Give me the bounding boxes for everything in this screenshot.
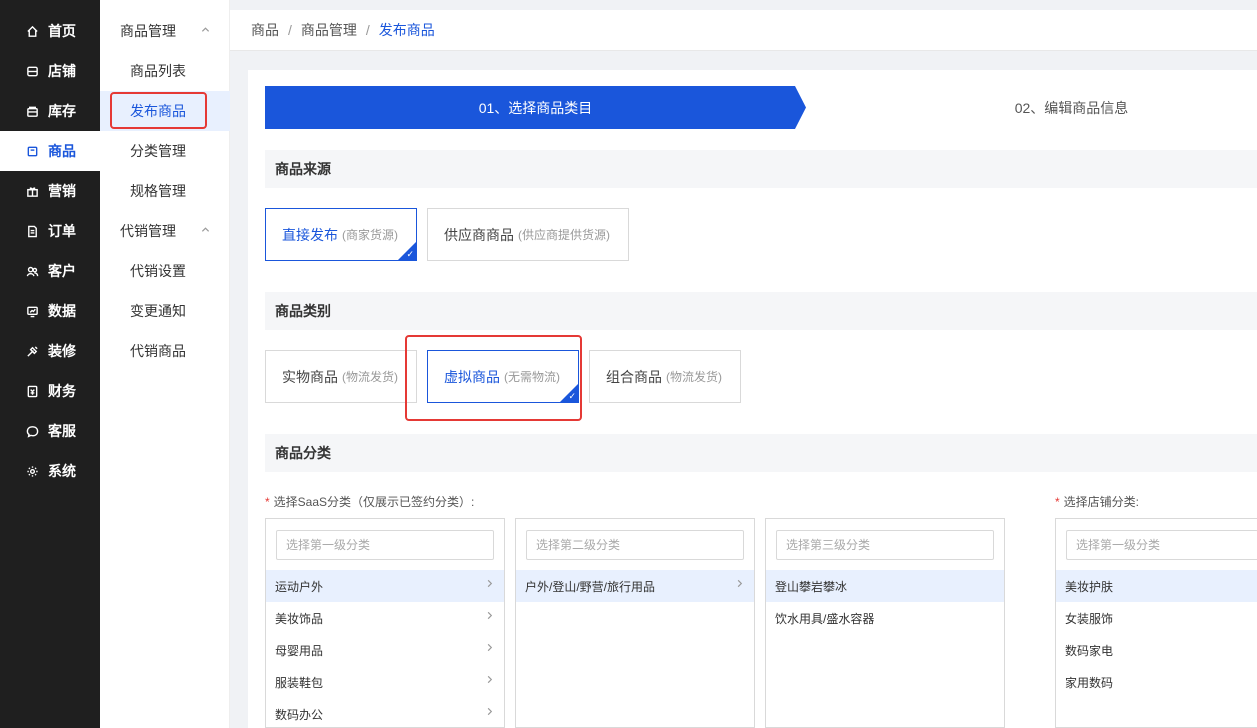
category-column-level2: 户外/登山/野营/旅行用品 bbox=[515, 518, 755, 728]
category-column-level1: 运动户外 美妆饰品 母婴用品 服装鞋包 数码办公 bbox=[265, 518, 505, 728]
submenu-item-category-management[interactable]: 分类管理 bbox=[100, 131, 230, 171]
decorate-icon bbox=[24, 345, 40, 358]
nav-item-service[interactable]: 客服 bbox=[0, 411, 100, 451]
store-icon bbox=[24, 65, 40, 78]
home-icon bbox=[24, 25, 40, 38]
source-option-direct[interactable]: 直接发布 (商家货源) ✓ bbox=[265, 208, 417, 261]
data-icon bbox=[24, 305, 40, 318]
list-item[interactable]: 数码办公 bbox=[266, 698, 504, 727]
section-title-source: 商品来源 bbox=[265, 150, 1257, 188]
source-option-supplier[interactable]: 供应商商品 (供应商提供货源) bbox=[427, 208, 629, 261]
list-item[interactable]: 女装服饰 bbox=[1056, 602, 1257, 634]
section-title-type: 商品类别 bbox=[265, 292, 1257, 330]
customer-icon bbox=[24, 265, 40, 278]
list-item[interactable]: 运动户外 bbox=[266, 570, 504, 602]
list-item[interactable]: 户外/登山/野营/旅行用品 bbox=[516, 570, 754, 602]
breadcrumb-item-current: 发布商品 bbox=[378, 22, 435, 38]
settings-icon bbox=[24, 465, 40, 478]
chevron-right-icon bbox=[485, 675, 494, 684]
list-item[interactable]: 母婴用品 bbox=[266, 634, 504, 666]
nav-item-finance[interactable]: 财务 bbox=[0, 371, 100, 411]
nav-item-system[interactable]: 系统 bbox=[0, 451, 100, 491]
gift-icon bbox=[24, 185, 40, 198]
order-icon bbox=[24, 225, 40, 238]
product-icon bbox=[24, 145, 40, 158]
list-item[interactable]: 饮水用具/盛水容器 bbox=[766, 602, 1004, 634]
shop-category-column: 美妆护肤 女装服饰 数码家电 家用数码 bbox=[1055, 518, 1257, 728]
shop-category-search-input[interactable] bbox=[1066, 530, 1257, 560]
check-icon: ✓ bbox=[568, 391, 576, 401]
section-title-category: 商品分类 bbox=[265, 434, 1257, 472]
nav-item-store[interactable]: 店铺 bbox=[0, 51, 100, 91]
type-option-bundle[interactable]: 组合商品 (物流发货) bbox=[589, 350, 741, 403]
shop-category-label: * 选择店铺分类: bbox=[1055, 495, 1140, 509]
nav-item-marketing[interactable]: 营销 bbox=[0, 171, 100, 211]
nav-item-customer[interactable]: 客户 bbox=[0, 251, 100, 291]
product-submenu: 商品管理 商品列表 发布商品 分类管理 规格管理 代销管理 代销设置 变更通知 … bbox=[100, 0, 230, 728]
step-edit-info: 02、编辑商品信息 bbox=[806, 86, 1257, 129]
nav-item-data[interactable]: 数据 bbox=[0, 291, 100, 331]
chat-icon bbox=[24, 425, 40, 438]
main-sidebar: 首页 店铺 库存 商品 营销 订单 客户 数据 装修 财务 客服 系统 bbox=[0, 0, 100, 728]
category-column-level3: 登山攀岩攀冰 饮水用具/盛水容器 bbox=[765, 518, 1005, 728]
list-item[interactable]: 数码家电 bbox=[1056, 634, 1257, 666]
level2-search-input[interactable] bbox=[526, 530, 744, 560]
type-option-physical[interactable]: 实物商品 (物流发货) bbox=[265, 350, 417, 403]
submenu-group-consignment[interactable]: 代销管理 bbox=[100, 211, 230, 251]
check-icon: ✓ bbox=[406, 249, 414, 259]
level3-search-input[interactable] bbox=[776, 530, 994, 560]
breadcrumb: 商品 / 商品管理 / 发布商品 bbox=[230, 10, 1257, 51]
nav-item-inventory[interactable]: 库存 bbox=[0, 91, 100, 131]
breadcrumb-item-product-management[interactable]: 商品管理 bbox=[301, 20, 357, 40]
saas-category-label: * 选择SaaS分类（仅展示已签约分类）: bbox=[265, 495, 475, 509]
chevron-right-icon bbox=[485, 707, 494, 716]
breadcrumb-item-product[interactable]: 商品 bbox=[251, 20, 279, 40]
submenu-item-consignment-settings[interactable]: 代销设置 bbox=[100, 251, 230, 291]
step-select-category: 01、选择商品类目 bbox=[265, 86, 806, 129]
submenu-item-publish-product[interactable]: 发布商品 bbox=[100, 91, 230, 131]
list-item[interactable]: 家用数码 bbox=[1056, 666, 1257, 698]
list-item[interactable]: 服装鞋包 bbox=[266, 666, 504, 698]
chevron-right-icon bbox=[485, 579, 494, 588]
list-item[interactable]: 美妆护肤 bbox=[1056, 570, 1257, 602]
inventory-icon bbox=[24, 105, 40, 118]
list-item[interactable]: 登山攀岩攀冰 bbox=[766, 570, 1004, 602]
submenu-item-consignment-products[interactable]: 代销商品 bbox=[100, 331, 230, 371]
submenu-group-product-management[interactable]: 商品管理 bbox=[100, 11, 230, 51]
chevron-up-icon bbox=[201, 25, 210, 34]
chevron-right-icon bbox=[735, 579, 744, 588]
nav-item-order[interactable]: 订单 bbox=[0, 211, 100, 251]
type-option-virtual[interactable]: 虚拟商品 (无需物流) ✓ bbox=[427, 350, 579, 403]
chevron-right-icon bbox=[485, 643, 494, 652]
finance-icon bbox=[24, 385, 40, 398]
list-item[interactable]: 美妆饰品 bbox=[266, 602, 504, 634]
submenu-item-change-notice[interactable]: 变更通知 bbox=[100, 291, 230, 331]
nav-item-home[interactable]: 首页 bbox=[0, 11, 100, 51]
submenu-item-product-list[interactable]: 商品列表 bbox=[100, 51, 230, 91]
submenu-item-spec-management[interactable]: 规格管理 bbox=[100, 171, 230, 211]
level1-search-input[interactable] bbox=[276, 530, 494, 560]
nav-item-product[interactable]: 商品 bbox=[0, 131, 100, 171]
nav-item-decorate[interactable]: 装修 bbox=[0, 331, 100, 371]
chevron-up-icon bbox=[201, 225, 210, 234]
chevron-right-icon bbox=[485, 611, 494, 620]
